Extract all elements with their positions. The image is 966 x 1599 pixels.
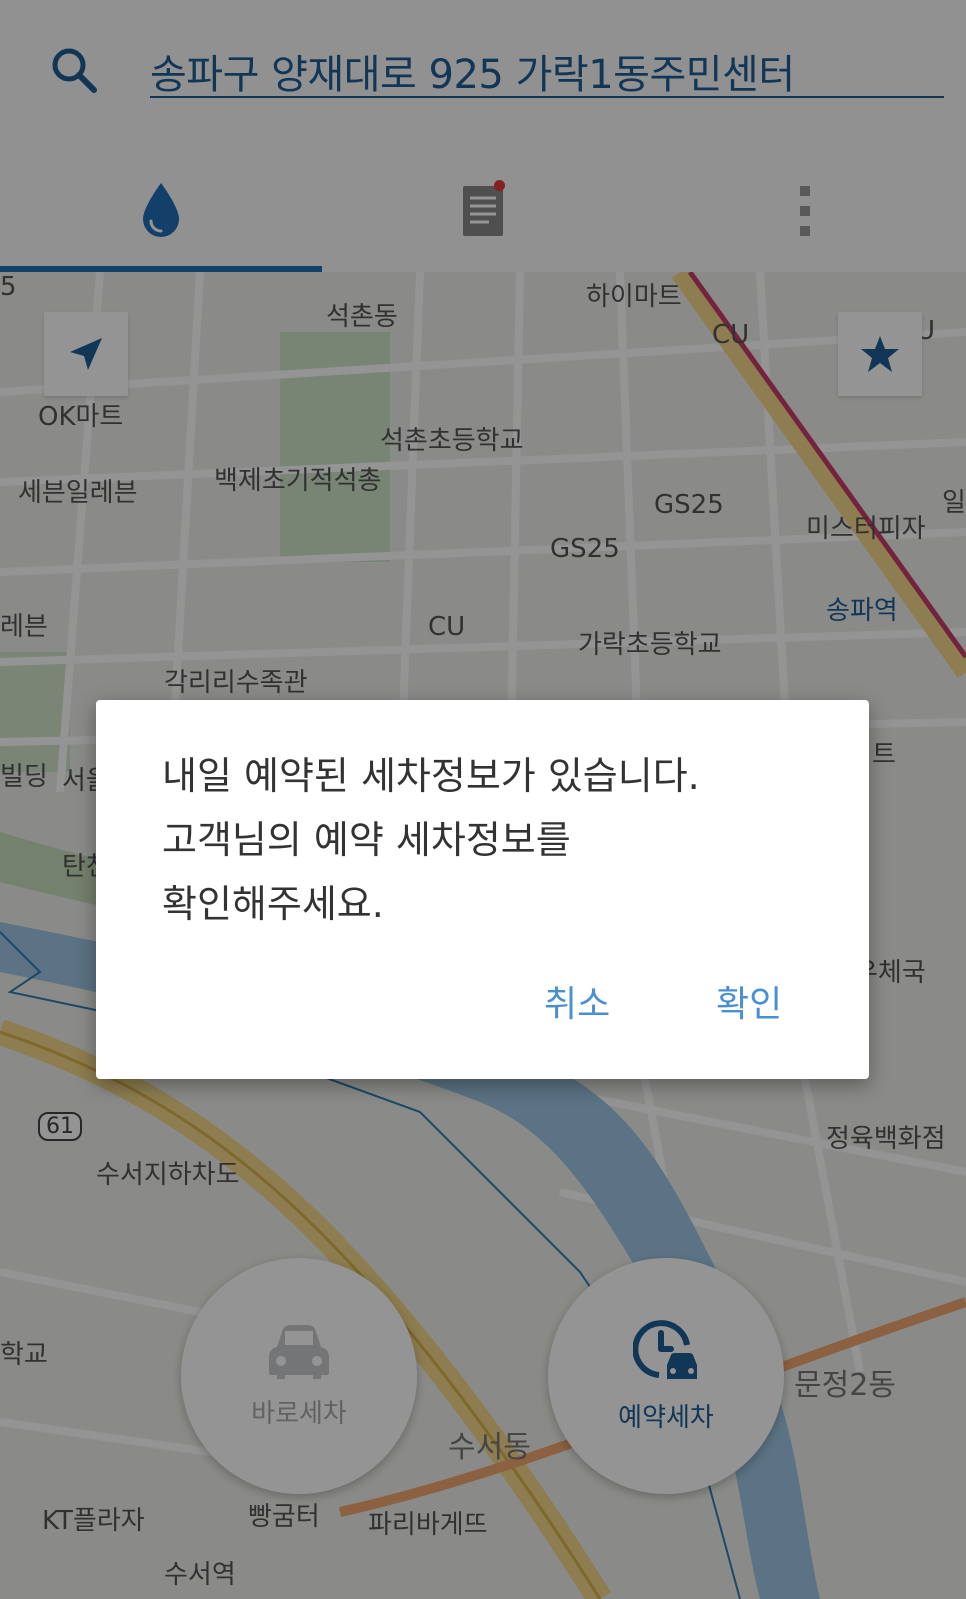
dialog-message-line: 확인해주세요. — [162, 882, 384, 926]
dialog-message-line: 고객님의 예약 세차정보를 — [162, 818, 571, 862]
reservation-alert-dialog: 내일 예약된 세차정보가 있습니다. 고객님의 예약 세차정보를 확인해주세요.… — [96, 700, 869, 1079]
confirm-button[interactable]: 확인 — [716, 975, 782, 1027]
dialog-message: 내일 예약된 세차정보가 있습니다. 고객님의 예약 세차정보를 확인해주세요. — [162, 744, 822, 936]
cancel-button[interactable]: 취소 — [544, 975, 610, 1027]
dialog-message-line: 내일 예약된 세차정보가 있습니다. — [162, 754, 700, 798]
